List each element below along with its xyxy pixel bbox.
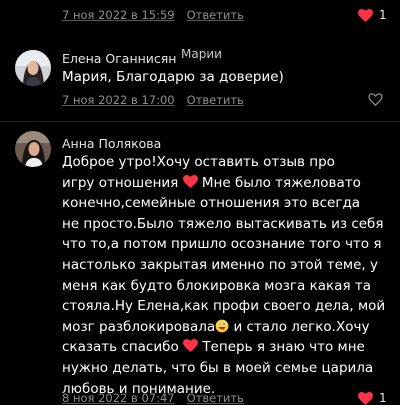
comment-author[interactable]: Елена Оганнисян <box>62 51 176 66</box>
reply-button[interactable]: Ответить <box>187 8 244 22</box>
heart-outline-icon <box>368 93 383 106</box>
avatar[interactable] <box>15 50 51 86</box>
comment-text: Доброе утро!Хочу оставить отзыв про игру… <box>62 152 385 399</box>
comment-line: сказать спасибо Теперь я знаю что мне <box>62 337 385 358</box>
heart-filled-icon <box>358 391 373 405</box>
divider <box>0 121 400 122</box>
like-button[interactable]: 1 <box>358 8 387 22</box>
avatar-elena-image <box>15 50 51 86</box>
like-button[interactable]: 1 <box>358 391 387 405</box>
comment-line: игру отношения Мне было тяжеловато <box>62 173 385 194</box>
reply-button[interactable]: Ответить <box>187 391 244 405</box>
comment-text: Мария, Благодарю за доверие) <box>62 67 284 88</box>
comment-line-part: Теперь я знаю что мне <box>202 339 365 356</box>
comment-line: Доброе утро!Хочу оставить отзыв про <box>62 154 335 170</box>
reply-button[interactable]: Ответить <box>187 93 244 107</box>
comment-line: мозг разблокировала и стало легко.Хочу <box>62 317 385 338</box>
comment-line: меня как будто блокировка мозга какая та <box>62 277 371 294</box>
comment-meta: 7 ноя 2022 в 17:00 Ответить <box>62 93 244 107</box>
comment-line-part: сказать спасибо <box>62 339 179 356</box>
comment-line: нужно делать, что бы в моей семье царила <box>62 359 374 376</box>
top-comment-meta: 7 ноя 2022 в 15:59 Ответить <box>62 8 244 22</box>
zany-face-emoji-icon <box>215 319 229 333</box>
comment-date[interactable]: 7 ноя 2022 в 17:00 <box>62 93 175 107</box>
comment-date[interactable]: 7 ноя 2022 в 15:59 <box>62 8 175 22</box>
comment-author[interactable]: Анна Полякова <box>62 136 161 151</box>
comment-line: что то,а потом пришло осознание того что… <box>62 236 382 253</box>
comment-line: конечно,семейные отношения это всегда <box>62 195 361 212</box>
red-heart-emoji-icon <box>183 339 198 353</box>
like-count: 1 <box>379 8 387 22</box>
comment-line: стояла.Ну Елена,как профи своего дела, м… <box>62 298 386 315</box>
comment-line-part: Мне было тяжеловато <box>201 174 361 191</box>
red-heart-emoji-icon <box>182 174 198 188</box>
avatar[interactable] <box>15 131 51 167</box>
heart-filled-icon <box>358 8 373 22</box>
comment-line-part: игру отношения <box>62 174 179 191</box>
comment-line-part: мозг разблокировала <box>62 318 216 335</box>
comment-date[interactable]: 8 ноя 2022 в 07:47 <box>62 391 175 405</box>
reply-to-label[interactable]: Марии <box>181 47 222 61</box>
like-count: 1 <box>379 391 387 405</box>
comment-line: настолько закрытая именно по этой теме, … <box>62 256 378 273</box>
comment-meta: 8 ноя 2022 в 07:47 Ответить <box>62 391 244 405</box>
avatar-anna-image <box>15 131 51 167</box>
like-button[interactable] <box>368 93 383 106</box>
comment-line: Мария, Благодарю за доверие) <box>62 69 284 85</box>
comment-line-part: и стало легко.Хочу <box>233 318 370 335</box>
comment-line: не просто.Было тяжело вытаскивать из себ… <box>62 215 384 232</box>
